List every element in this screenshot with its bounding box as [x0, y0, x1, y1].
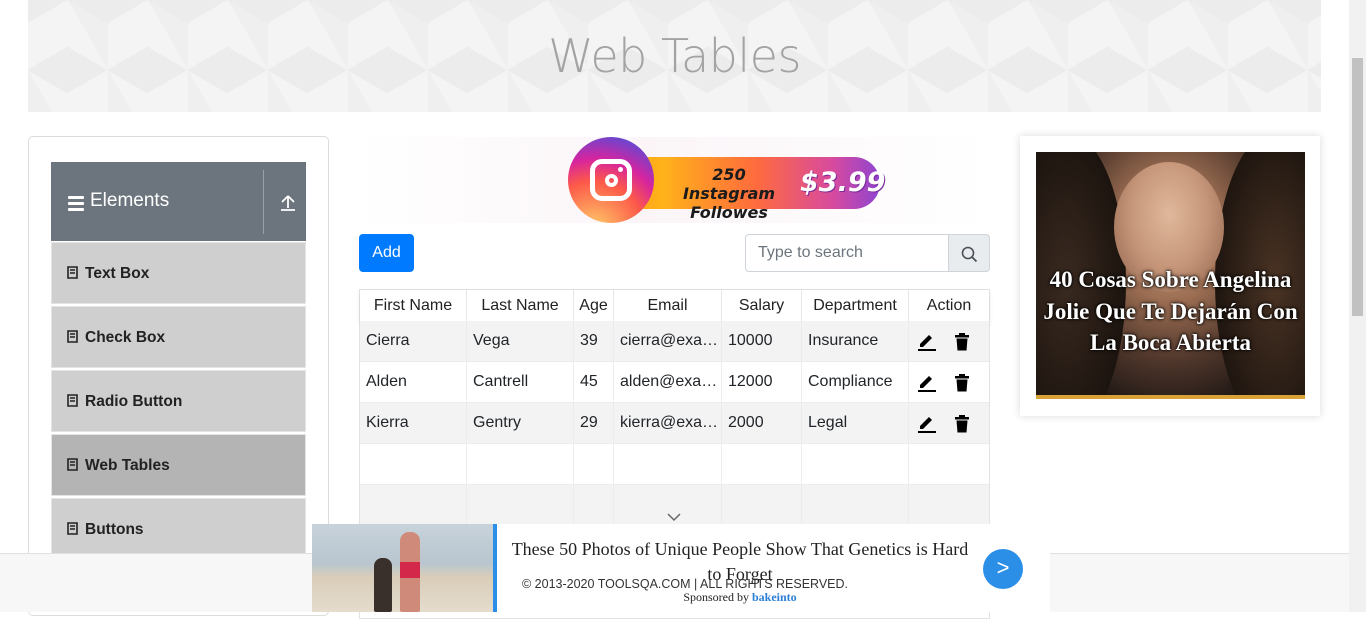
cell-last-name: Gentry [467, 403, 574, 444]
add-button[interactable]: Add [359, 234, 414, 272]
elements-group-header[interactable]: Elements [51, 162, 306, 241]
list-icon [67, 394, 78, 407]
sidebar-item-radio-button[interactable]: Radio Button [51, 370, 306, 432]
table-row: Alden Cantrell 45 alden@example.com 1200… [360, 362, 989, 403]
cell-last-name: Vega [467, 321, 574, 362]
list-icon [67, 330, 78, 343]
page-title: Web Tables [548, 29, 801, 83]
sidebar-item-web-tables[interactable]: Web Tables [51, 434, 306, 496]
scrollbar-thumb[interactable] [1352, 58, 1363, 316]
cell-department: Compliance [802, 362, 909, 403]
sidebar-item-label: Web Tables [85, 457, 170, 474]
sidebar-item-label: Radio Button [85, 393, 183, 410]
ad-accent-bar [493, 524, 497, 612]
column-header-action: Action [926, 297, 972, 314]
cell-salary: 10000 [722, 321, 802, 362]
instagram-icon [568, 137, 654, 223]
sidebar-item-buttons[interactable]: Buttons [51, 498, 306, 560]
search-box [745, 234, 990, 272]
cell-email: cierra@example.com [614, 321, 722, 362]
page-banner: Web Tables [28, 0, 1321, 112]
collapse-arrow-icon[interactable] [280, 194, 296, 212]
cell-department: Insurance [802, 321, 909, 362]
ad-price: $3.99 [800, 167, 886, 198]
sidebar-item-label: Check Box [85, 329, 166, 346]
table-header: First Name Last Name Age Email Salary De… [360, 290, 989, 322]
cell-email: kierra@example.com [614, 403, 722, 444]
hamburger-icon [68, 196, 84, 214]
cell-department: Legal [802, 403, 909, 444]
cell-salary: 12000 [722, 362, 802, 403]
cell-email: alden@example.com [614, 362, 722, 403]
column-header-last-name[interactable]: Last Name [467, 290, 574, 322]
column-header-email[interactable]: Email [614, 290, 722, 322]
search-input[interactable] [745, 234, 949, 272]
search-icon [961, 246, 978, 263]
side-ad[interactable]: 40 Cosas Sobre Angelina Jolie Que Te Dej… [1020, 136, 1320, 416]
sidebar-item-label: Text Box [85, 265, 150, 282]
cell-first-name: Kierra [360, 403, 467, 444]
list-icon [67, 522, 78, 535]
edit-icon[interactable] [917, 414, 937, 434]
search-button[interactable] [948, 234, 990, 272]
group-title: Elements [90, 190, 170, 211]
cell-age: 39 [574, 321, 614, 362]
column-header-department[interactable]: Department [802, 290, 909, 322]
edit-icon[interactable] [917, 332, 937, 352]
bottom-ad[interactable]: These 50 Photos of Unique People Show Th… [312, 524, 1050, 612]
ad-sponsor: Sponsored by bakeinto [510, 590, 970, 605]
instagram-ad-banner[interactable]: 250 Instagram Followes $3.99 [360, 137, 990, 223]
header-divider [263, 170, 264, 234]
list-icon [67, 266, 78, 279]
cell-last-name: Cantrell [467, 362, 574, 403]
ad-thumbnail [312, 524, 493, 612]
sidebar-item-check-box[interactable]: Check Box [51, 306, 306, 368]
column-header-first-name[interactable]: First Name [360, 290, 467, 322]
cell-salary: 2000 [722, 403, 802, 444]
sidebar-item-label: Buttons [85, 521, 144, 538]
cell-first-name: Cierra [360, 321, 467, 362]
delete-icon[interactable] [952, 332, 972, 352]
sponsor-name[interactable]: bakeinto [752, 590, 797, 604]
sidebar: Elements Text Box Check Box Radio Button… [28, 136, 329, 616]
column-header-age[interactable]: Age [574, 290, 614, 322]
sidebar-item-text-box[interactable]: Text Box [51, 242, 306, 304]
ad-next-button[interactable]: > [983, 549, 1023, 589]
footer-copyright: © 2013-2020 TOOLSQA.COM | ALL RIGHTS RES… [522, 577, 849, 591]
cell-age: 29 [574, 403, 614, 444]
chevron-down-icon[interactable] [666, 512, 682, 522]
list-icon [67, 458, 78, 471]
edit-icon[interactable] [917, 373, 937, 393]
ad-text: 250 Instagram Followes [682, 165, 776, 222]
ad-accent-bar [1036, 395, 1305, 399]
cell-age: 45 [574, 362, 614, 403]
ad-headline: 40 Cosas Sobre Angelina Jolie Que Te Dej… [1043, 267, 1298, 355]
table-row-empty [360, 444, 989, 485]
delete-icon[interactable] [952, 373, 972, 393]
cell-first-name: Alden [360, 362, 467, 403]
table-row: Kierra Gentry 29 kierra@example.com 2000… [360, 403, 989, 444]
delete-icon[interactable] [952, 414, 972, 434]
column-header-salary[interactable]: Salary [722, 290, 802, 322]
page-scrollbar[interactable] [1349, 0, 1366, 612]
table-row: Cierra Vega 39 cierra@example.com 10000 … [360, 321, 989, 362]
sponsor-prefix: Sponsored by [683, 590, 749, 604]
